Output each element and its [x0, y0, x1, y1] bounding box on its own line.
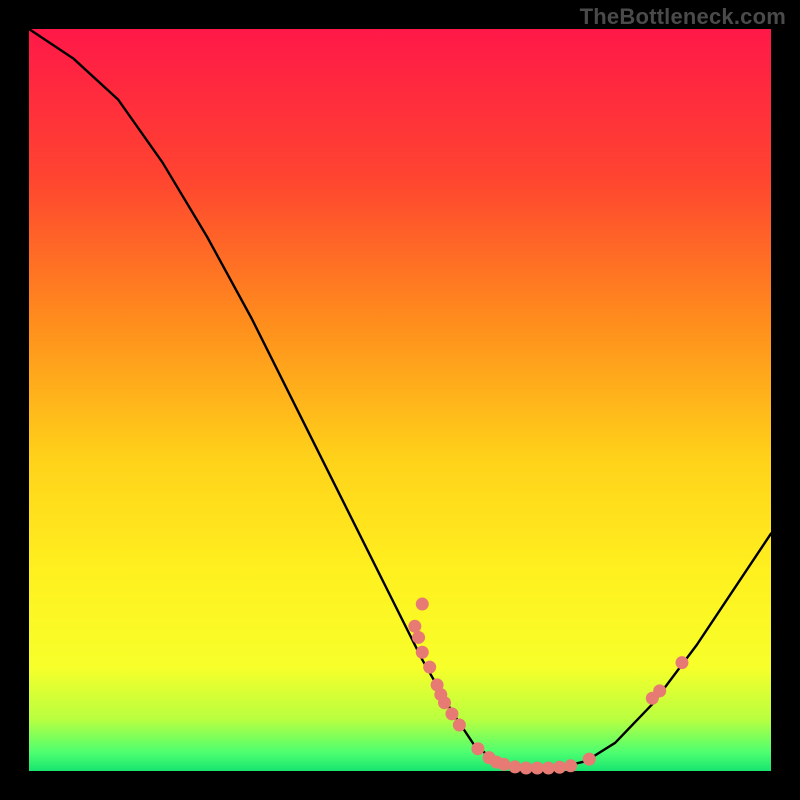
scatter-point	[509, 760, 522, 773]
watermark-label: TheBottleneck.com	[580, 4, 786, 30]
scatter-point	[423, 661, 436, 674]
scatter-point	[416, 646, 429, 659]
scatter-point	[412, 631, 425, 644]
plot-background	[29, 29, 771, 771]
scatter-point	[564, 759, 577, 772]
scatter-point	[675, 656, 688, 669]
scatter-point	[497, 758, 510, 771]
scatter-point	[416, 598, 429, 611]
scatter-point	[438, 696, 451, 709]
scatter-point	[453, 719, 466, 732]
scatter-point	[408, 620, 421, 633]
scatter-point	[653, 684, 666, 697]
scatter-point	[531, 762, 544, 775]
scatter-point	[471, 742, 484, 755]
scatter-point	[445, 707, 458, 720]
chart-frame: TheBottleneck.com	[0, 0, 800, 800]
bottleneck-chart	[0, 0, 800, 800]
scatter-point	[583, 753, 596, 766]
scatter-point	[520, 762, 533, 775]
scatter-point	[542, 762, 555, 775]
scatter-point	[553, 761, 566, 774]
